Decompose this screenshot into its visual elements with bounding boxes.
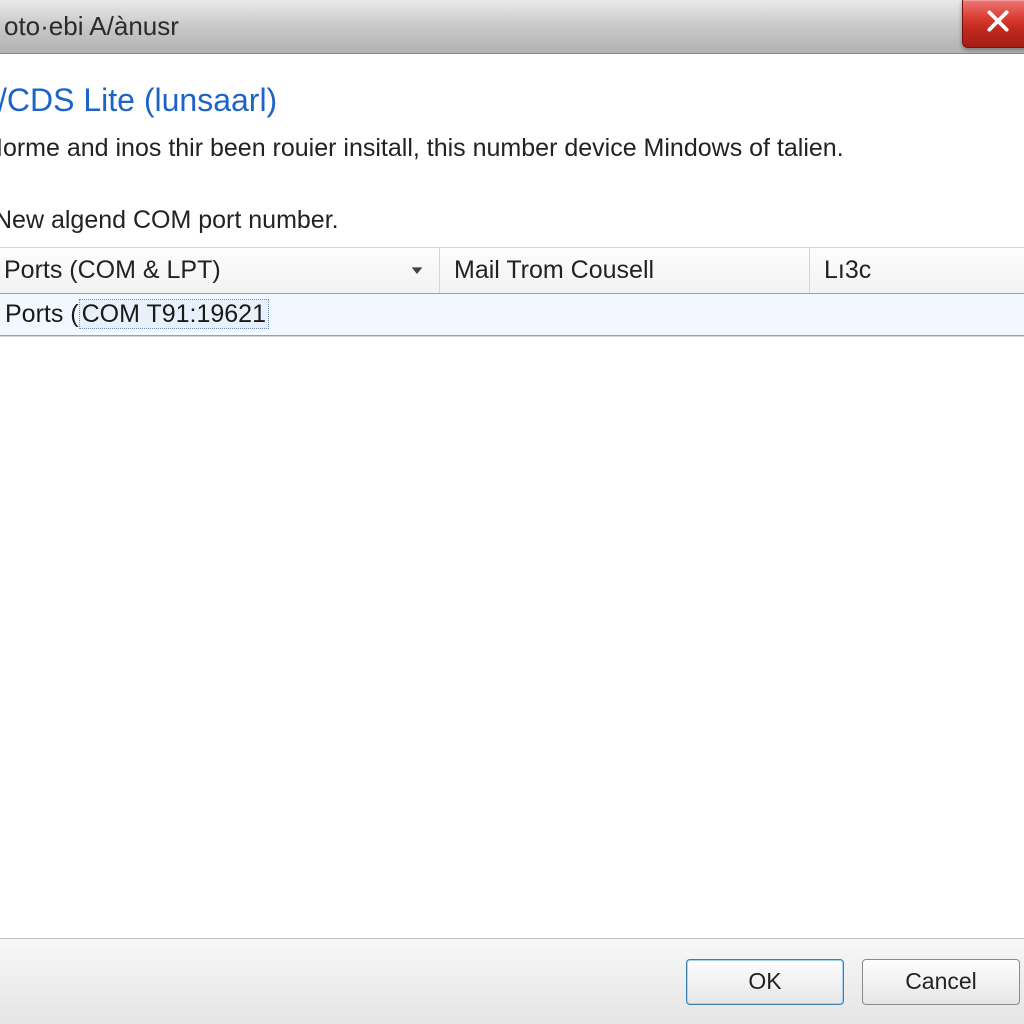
close-button[interactable] [962,0,1024,48]
row-editable-value[interactable]: COM T91:19621 [79,299,269,329]
dialog-window: oto·ebi A/ànusr /CDS Lite (lunsaarl) Ior… [0,0,1024,1024]
list-cell-port: Ports (COM T91:19621 [0,294,441,335]
cancel-button[interactable]: Cancel [862,959,1020,1005]
ok-button[interactable]: OK [686,959,844,1005]
column-header-ports[interactable]: Ports (COM & LPT) [0,248,440,294]
column-header-label: Lı3c [824,256,871,285]
dialog-footer: OK Cancel [0,938,1024,1024]
close-icon [985,8,1011,39]
dialog-heading: /CDS Lite (lunsaarl) [0,82,1024,131]
dialog-subheading: New algend COM port number. [0,206,1024,247]
chevron-down-icon [409,256,425,285]
list-empty-area [0,337,1024,938]
row-label-prefix: Ports ( [5,300,79,328]
dialog-body: /CDS Lite (lunsaarl) Iorme and inos thir… [0,54,1024,938]
column-header-l3c[interactable]: Lı3c [810,248,1024,294]
list-row[interactable]: Ports (COM T91:19621 [0,293,1024,336]
port-listview: Ports (COM & LPT) Mail Trom Cousell Lı3c… [0,247,1024,337]
column-header-label: Mail Trom Cousell [454,256,654,285]
window-title: oto·ebi A/ànusr [4,11,179,42]
column-header-mail[interactable]: Mail Trom Cousell [440,248,810,294]
column-header-label: Ports (COM & LPT) [4,256,221,285]
list-header: Ports (COM & LPT) Mail Trom Cousell Lı3c [0,248,1024,294]
dialog-description: Iorme and inos thir been rouier insitall… [0,131,1024,206]
titlebar[interactable]: oto·ebi A/ànusr [0,0,1024,54]
